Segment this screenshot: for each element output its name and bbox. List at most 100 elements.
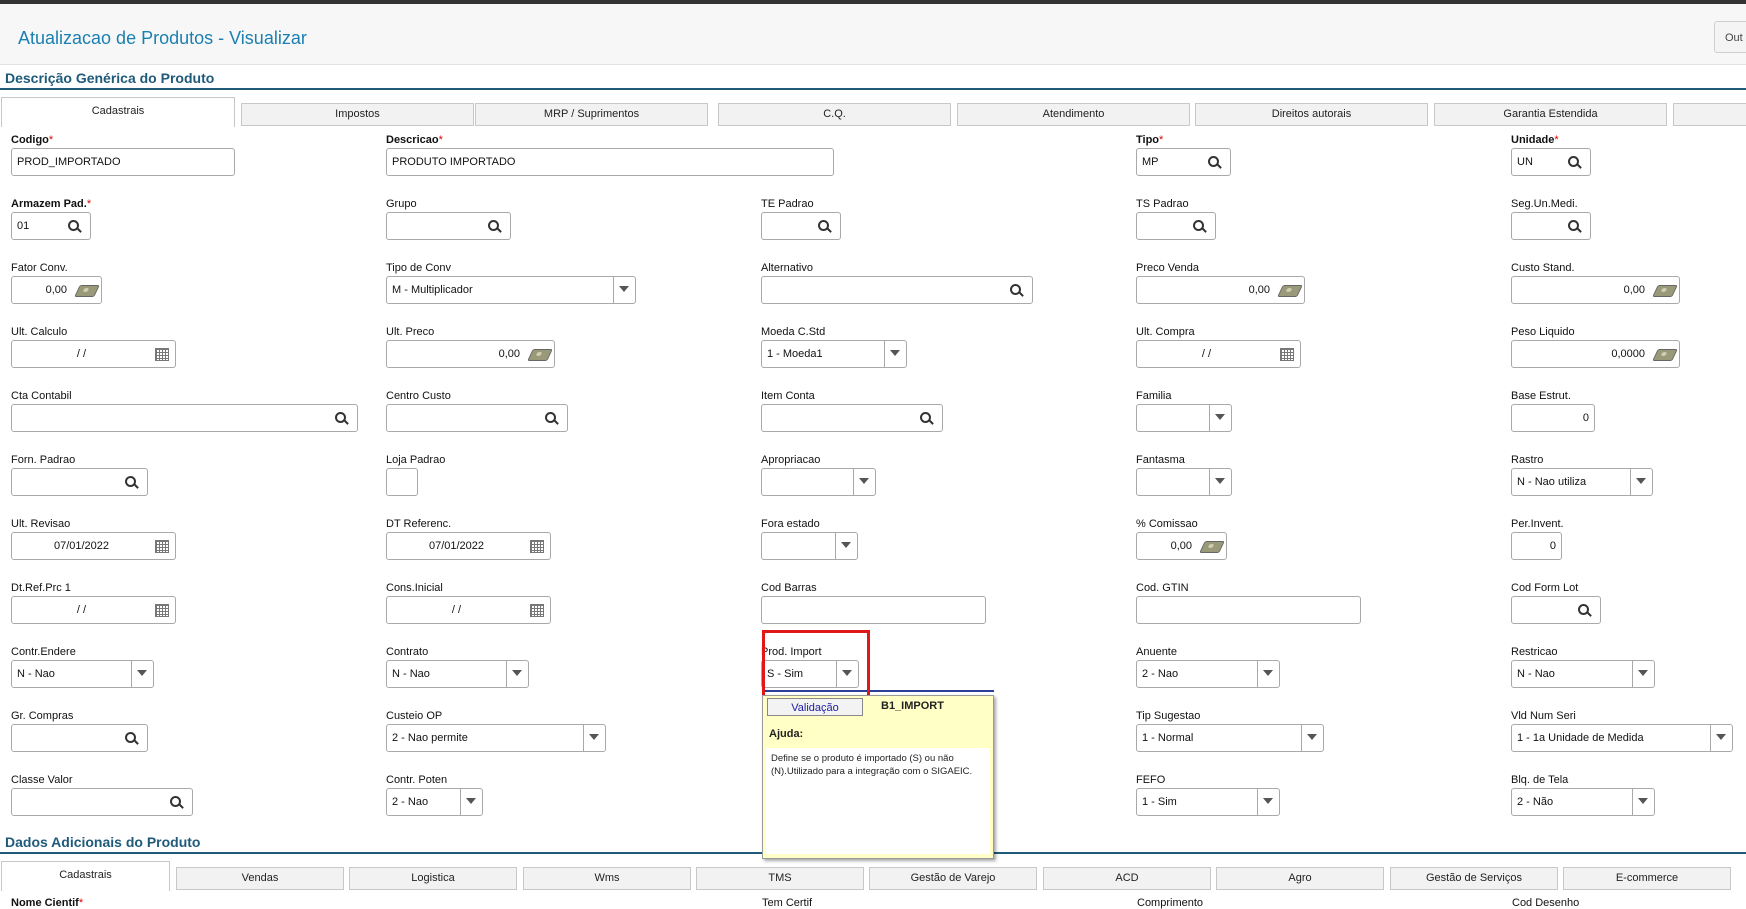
chevron-down-icon[interactable] (859, 478, 869, 484)
tab-additional-gest-o-de-varejo[interactable]: Gestão de Varejo (869, 867, 1037, 890)
chevron-down-icon[interactable] (1307, 734, 1317, 740)
select-custeio-op[interactable]: 2 - Nao permite (386, 724, 606, 752)
select-vld-num-seri[interactable]: 1 - 1a Unidade de Medida (1511, 724, 1733, 752)
tab-additional-agro[interactable]: Agro (1216, 867, 1384, 890)
search-icon[interactable] (488, 220, 502, 234)
select-fantasma[interactable] (1136, 468, 1232, 496)
input-forn-padrao[interactable] (11, 468, 148, 496)
search-icon[interactable] (545, 412, 559, 426)
tab-c-q-[interactable]: C.Q. (718, 103, 951, 126)
select-blq-de-tela[interactable]: 2 - Não (1511, 788, 1655, 816)
search-icon[interactable] (125, 732, 139, 746)
input-ts-padrao[interactable] (1136, 212, 1216, 240)
input-te-padrao[interactable] (761, 212, 841, 240)
calendar-icon[interactable] (1280, 348, 1294, 361)
tab-additional-vendas[interactable]: Vendas (176, 867, 344, 890)
search-icon[interactable] (1568, 156, 1582, 170)
tab-garantia-estendida[interactable]: Garantia Estendida (1434, 103, 1667, 126)
calendar-icon[interactable] (530, 540, 544, 553)
select-contr-poten[interactable]: 2 - Nao (386, 788, 483, 816)
tab-atendimento[interactable]: Atendimento (957, 103, 1190, 126)
select-tipo-de-conv[interactable]: M - Multiplicador (386, 276, 636, 304)
chevron-down-icon[interactable] (841, 542, 851, 548)
input-cod-barras[interactable] (761, 596, 986, 624)
chevron-down-icon[interactable] (1638, 798, 1648, 804)
input-ult-calculo[interactable]: / / (11, 340, 176, 368)
chevron-down-icon[interactable] (466, 798, 476, 804)
input-codigo[interactable]: PROD_IMPORTADO (11, 148, 235, 176)
input-classe-valor[interactable] (11, 788, 193, 816)
tab-additional-gest-o-de-servi-os[interactable]: Gestão de Serviços (1390, 867, 1558, 890)
search-icon[interactable] (1578, 604, 1592, 618)
chevron-down-icon[interactable] (1215, 414, 1225, 420)
input-comissao[interactable]: 0,00 (1136, 532, 1227, 560)
input-gr-compras[interactable] (11, 724, 148, 752)
money-icon[interactable] (74, 285, 100, 297)
input-dt-referenc[interactable]: 07/01/2022 (386, 532, 551, 560)
search-icon[interactable] (1208, 156, 1222, 170)
select-tip-sugestao[interactable]: 1 - Normal (1136, 724, 1324, 752)
input-ult-preco[interactable]: 0,00 (386, 340, 555, 368)
search-icon[interactable] (335, 412, 349, 426)
select-familia[interactable] (1136, 404, 1232, 432)
money-icon[interactable] (1277, 285, 1303, 297)
tab-more[interactable] (1673, 103, 1746, 126)
tab-impostos[interactable]: Impostos (241, 103, 474, 126)
input-descricao[interactable]: PRODUTO IMPORTADO (386, 148, 834, 176)
chevron-down-icon[interactable] (1263, 670, 1273, 676)
validation-button[interactable]: Validação (767, 698, 863, 716)
input-centro-custo[interactable] (386, 404, 568, 432)
select-anuente[interactable]: 2 - Nao (1136, 660, 1280, 688)
tab-additional-tms[interactable]: TMS (696, 867, 864, 890)
input-preco-venda[interactable]: 0,00 (1136, 276, 1305, 304)
select-fora-estado[interactable] (761, 532, 858, 560)
chevron-down-icon[interactable] (1263, 798, 1273, 804)
input-dt-ref-prc-1[interactable]: / / (11, 596, 176, 624)
input-per-invent[interactable]: 0 (1511, 532, 1562, 560)
calendar-icon[interactable] (155, 348, 169, 361)
select-contr-endere[interactable]: N - Nao (11, 660, 154, 688)
tab-additional-wms[interactable]: Wms (523, 867, 691, 890)
chevron-down-icon[interactable] (1215, 478, 1225, 484)
calendar-icon[interactable] (155, 604, 169, 617)
input-ult-revisao[interactable]: 07/01/2022 (11, 532, 176, 560)
input-alternativo[interactable] (761, 276, 1033, 304)
input-tipo[interactable]: MP (1136, 148, 1231, 176)
chevron-down-icon[interactable] (1716, 734, 1726, 740)
calendar-icon[interactable] (530, 604, 544, 617)
input-seg-un-medi[interactable] (1511, 212, 1591, 240)
search-icon[interactable] (125, 476, 139, 490)
tab-additional-cadastrais[interactable]: Cadastrais (1, 861, 170, 891)
chevron-down-icon[interactable] (512, 670, 522, 676)
tab-direitos-autorais[interactable]: Direitos autorais (1195, 103, 1428, 126)
select-contrato[interactable]: N - Nao (386, 660, 529, 688)
search-icon[interactable] (170, 796, 184, 810)
input-custo-stand[interactable]: 0,00 (1511, 276, 1680, 304)
search-icon[interactable] (68, 220, 82, 234)
select-rastro[interactable]: N - Nao utiliza (1511, 468, 1653, 496)
search-icon[interactable] (920, 412, 934, 426)
tab-additional-e-commerce[interactable]: E-commerce (1563, 867, 1731, 890)
tab-additional-logistica[interactable]: Logistica (349, 867, 517, 890)
input-peso-liquido[interactable]: 0,0000 (1511, 340, 1680, 368)
money-icon[interactable] (1199, 541, 1225, 553)
input-cod-gtin[interactable] (1136, 596, 1361, 624)
chevron-down-icon[interactable] (1636, 478, 1646, 484)
select-apropriacao[interactable] (761, 468, 876, 496)
select-fefo[interactable]: 1 - Sim (1136, 788, 1280, 816)
chevron-down-icon[interactable] (137, 670, 147, 676)
input-cons-inicial[interactable]: / / (386, 596, 551, 624)
search-icon[interactable] (818, 220, 832, 234)
search-icon[interactable] (1010, 284, 1024, 298)
calendar-icon[interactable] (155, 540, 169, 553)
other-actions-button[interactable]: Out (1714, 21, 1746, 53)
input-grupo[interactable] (386, 212, 511, 240)
input-cta-contabil[interactable] (11, 404, 358, 432)
search-icon[interactable] (1568, 220, 1582, 234)
chevron-down-icon[interactable] (589, 734, 599, 740)
input-cod-form-lot[interactable] (1511, 596, 1601, 624)
input-fator-conv[interactable]: 0,00 (11, 276, 102, 304)
input-unidade[interactable]: UN (1511, 148, 1591, 176)
input-ult-compra[interactable]: / / (1136, 340, 1301, 368)
chevron-down-icon[interactable] (890, 350, 900, 356)
